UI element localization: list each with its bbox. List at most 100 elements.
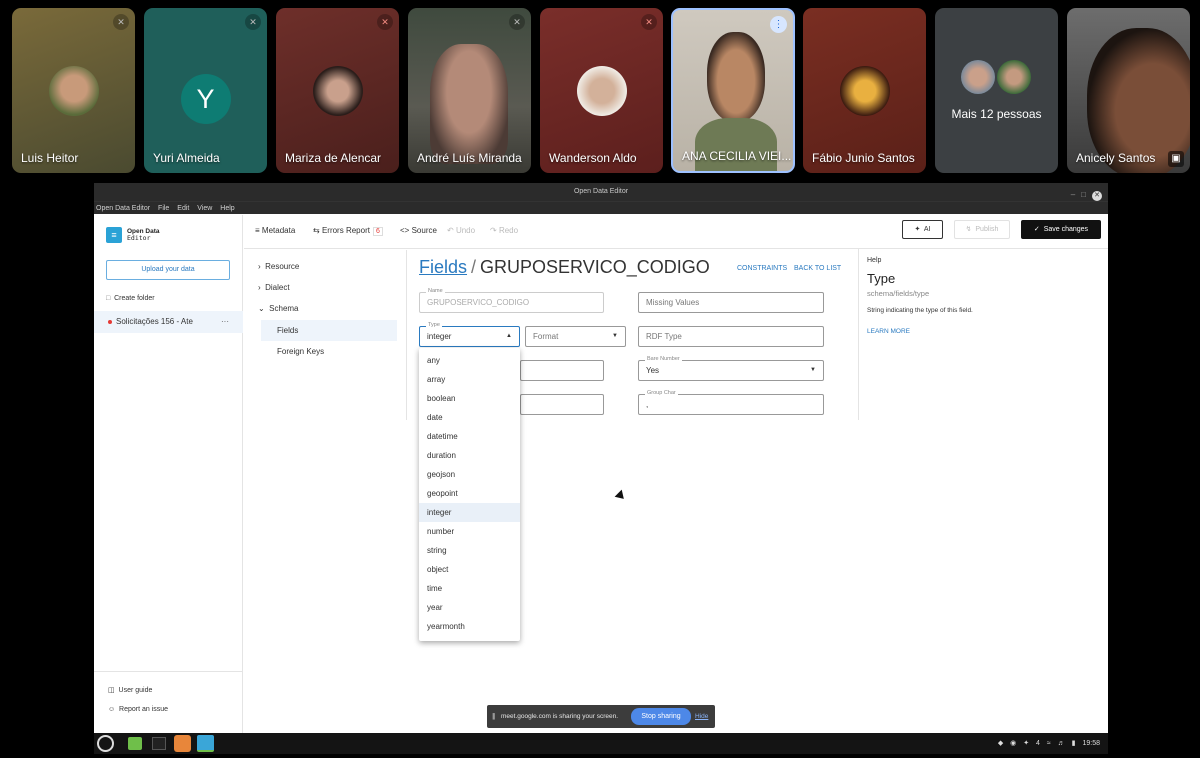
drag-handle-icon[interactable]: ❚ — [491, 705, 496, 728]
dropdown-option[interactable]: time — [419, 579, 520, 598]
hide-link[interactable]: Hide — [695, 705, 708, 728]
menu-file[interactable]: File — [158, 205, 169, 212]
error-dot-icon — [108, 320, 112, 324]
dropdown-option[interactable]: array — [419, 370, 520, 389]
dropdown-option[interactable]: boolean — [419, 389, 520, 408]
participant-tile[interactable]: ✕ Wanderson Aldo — [540, 8, 663, 173]
errors-report-tab[interactable]: ⇆ Errors Report 6 — [313, 226, 383, 236]
maximize-icon[interactable]: □ — [1081, 190, 1092, 199]
dropdown-option[interactable]: datetime — [419, 427, 520, 446]
ai-label: AI — [923, 226, 931, 233]
logo-sub: Editor — [127, 234, 151, 242]
caret-up-icon: ▲ — [506, 333, 512, 339]
code-icon: <> — [400, 226, 410, 235]
text-field[interactable] — [520, 360, 604, 381]
nav-item-schema[interactable]: ⌄ Schema — [258, 304, 299, 313]
report-issue-link[interactable]: ☺ Report an issue — [108, 706, 168, 713]
participant-tile[interactable]: Anicely Santos ▣ — [1067, 8, 1190, 173]
participant-name: ANA CECILIA VIEI... — [682, 149, 792, 163]
type-select[interactable]: Type integer ▲ — [419, 322, 520, 347]
group-char-field[interactable]: Group Char , — [638, 390, 824, 415]
folder-icon: □ — [106, 295, 111, 302]
dropdown-option[interactable]: date — [419, 408, 520, 427]
minimize-icon[interactable]: – — [1071, 190, 1081, 199]
files-icon[interactable] — [128, 737, 142, 750]
source-tab[interactable]: <> Source — [400, 226, 437, 235]
rdf-type-field[interactable]: RDF Type — [638, 326, 824, 347]
ai-button[interactable]: ✦ AI — [902, 220, 943, 239]
menu-app[interactable]: Open Data Editor — [96, 205, 150, 212]
clock[interactable]: 19:58 — [1082, 740, 1100, 747]
participant-tile[interactable]: Fábio Junio Santos — [803, 8, 926, 173]
publish-button[interactable]: ↯ Publish — [954, 220, 1010, 239]
errors-label: Errors Report — [321, 226, 370, 235]
dropdown-option[interactable]: duration — [419, 446, 520, 465]
dropdown-option[interactable]: year — [419, 598, 520, 617]
menu-view[interactable]: View — [197, 205, 212, 212]
tray-app-icon[interactable]: ◆ — [998, 740, 1003, 747]
redo-button[interactable]: ↷ Redo — [490, 226, 518, 235]
start-menu-icon[interactable] — [97, 735, 114, 752]
bare-number-select[interactable]: Bare Number Yes ▼ — [638, 356, 824, 381]
undo-button[interactable]: ↶ Undo — [447, 226, 475, 235]
type-select-value: integer — [427, 332, 452, 341]
format-select[interactable]: Format ▼ — [525, 326, 626, 347]
stop-sharing-button[interactable]: Stop sharing — [631, 708, 691, 725]
constraints-link[interactable]: CONSTRAINTS — [737, 265, 787, 272]
dropdown-option[interactable]: geopoint — [419, 484, 520, 503]
learn-more-link[interactable]: LEARN MORE — [867, 328, 910, 335]
group-char-label: Group Char — [645, 390, 678, 397]
close-icon[interactable]: ✕ — [1092, 191, 1102, 201]
screen-share-bar: ❚ meet.google.com is sharing your screen… — [487, 705, 715, 728]
nav-item-fields[interactable]: Fields — [261, 320, 397, 341]
picture-in-picture-icon[interactable]: ▣ — [1168, 151, 1184, 167]
dropdown-option[interactable]: geojson — [419, 465, 520, 484]
user-guide-link[interactable]: ◫ User guide — [108, 686, 152, 694]
dropdown-option[interactable]: yearmonth — [419, 617, 520, 636]
upload-data-button[interactable]: Upload your data — [106, 260, 230, 280]
bare-number-value: Yes — [646, 366, 660, 375]
dropdown-option[interactable]: object — [419, 560, 520, 579]
dropdown-option-selected[interactable]: integer — [419, 503, 520, 522]
participant-tile[interactable]: ✕ André Luís Miranda — [408, 8, 531, 173]
create-folder-button[interactable]: □ Create folder — [106, 295, 155, 302]
dropdown-option[interactable]: any — [419, 351, 520, 370]
breadcrumb-fields-link[interactable]: Fields — [419, 257, 467, 277]
avatar — [839, 66, 890, 116]
mic-off-icon: ✕ — [377, 14, 393, 30]
participant-tile[interactable]: ✕ Luis Heitor — [12, 8, 135, 173]
dropdown-option[interactable]: number — [419, 522, 520, 541]
more-options-icon[interactable]: ··· — [221, 311, 229, 333]
text-field[interactable] — [520, 394, 604, 415]
save-changes-button[interactable]: ✓ Save changes — [1021, 220, 1101, 239]
back-to-list-link[interactable]: BACK TO LIST — [794, 265, 841, 272]
participant-tile[interactable]: ✕ Y Yuri Almeida — [144, 8, 267, 173]
browser-icon[interactable] — [174, 735, 191, 752]
terminal-icon[interactable] — [152, 737, 166, 750]
nav-item-foreign-keys[interactable]: Foreign Keys — [261, 341, 397, 362]
open-data-editor-icon[interactable] — [197, 735, 214, 752]
menu-help[interactable]: Help — [220, 205, 234, 212]
nav-item-resource[interactable]: › Resource — [258, 262, 299, 271]
bolt-icon: ↯ — [965, 226, 972, 233]
menu-edit[interactable]: Edit — [177, 205, 189, 212]
name-field[interactable]: Name GRUPOSERVICO_CODIGO — [419, 288, 604, 313]
shield-icon[interactable]: ◉ — [1010, 740, 1016, 747]
metadata-tab[interactable]: ≡ Metadata — [255, 226, 295, 235]
more-participants-tile[interactable]: Mais 12 pessoas — [935, 8, 1058, 173]
participant-name: Mariza de Alencar — [285, 151, 382, 165]
participant-tile[interactable]: ✕ Mariza de Alencar — [276, 8, 399, 173]
participant-tile[interactable]: ⋮ ANA CECILIA VIEI... — [671, 8, 795, 173]
wifi-icon[interactable]: ≈ — [1047, 740, 1051, 747]
notification-icon[interactable]: ✦ — [1023, 740, 1029, 747]
dropdown-option[interactable]: string — [419, 541, 520, 560]
battery-icon[interactable]: ▮ — [1072, 740, 1076, 747]
file-list-item[interactable]: Solicitações 156 - Ate ··· — [94, 311, 243, 333]
volume-icon[interactable]: ♬ — [1058, 740, 1065, 747]
nav-item-dialect[interactable]: › Dialect — [258, 283, 290, 292]
toolbar: ≡ Metadata ⇆ Errors Report 6 <> Source ↶ … — [244, 215, 1108, 249]
missing-values-field[interactable]: Missing Values — [638, 292, 824, 313]
participant-name: Fábio Junio Santos — [812, 151, 915, 165]
participant-name: André Luís Miranda — [417, 151, 522, 165]
video-feed — [707, 32, 765, 122]
